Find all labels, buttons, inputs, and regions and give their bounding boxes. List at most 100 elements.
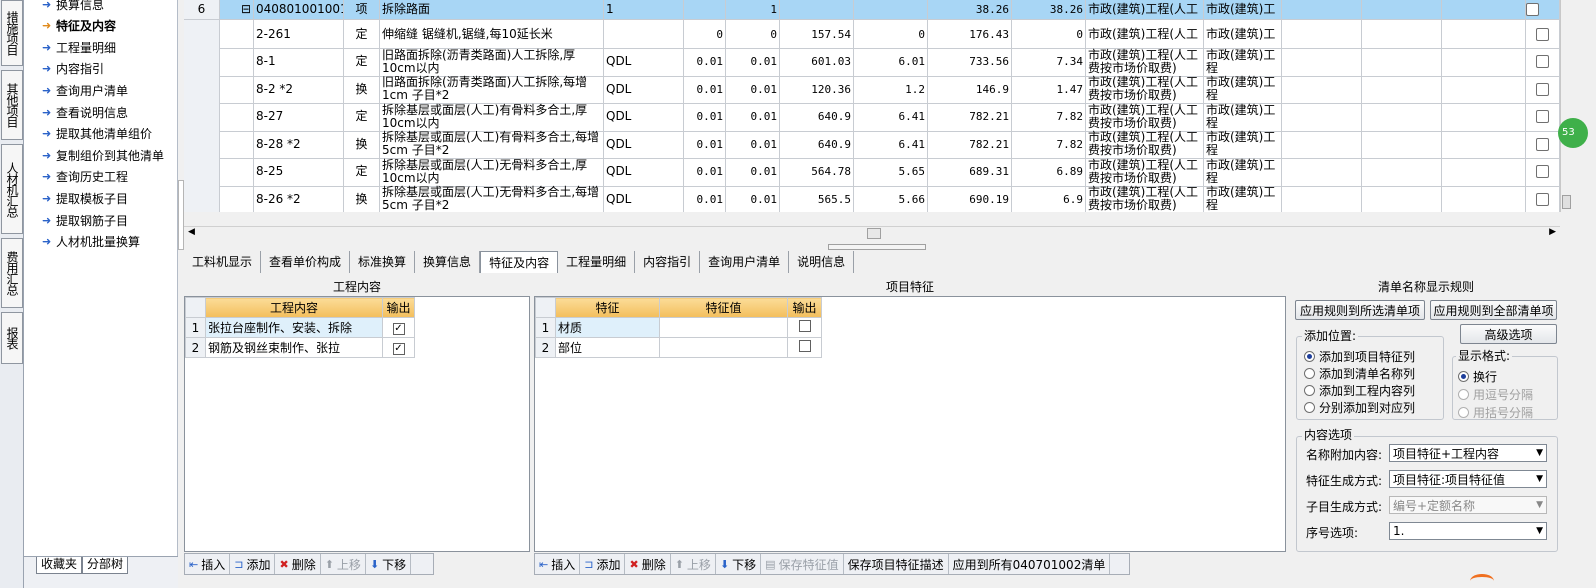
add-position-radio[interactable]: 添加到清单名称列 <box>1304 365 1415 382</box>
tab-favorites[interactable]: 收藏夹 <box>36 557 83 574</box>
sub-gen-select[interactable]: 编号+定额名称 ▼ <box>1389 496 1547 514</box>
nav-item[interactable]: ➜ 提取钢筋子目 <box>42 210 128 230</box>
cell-name[interactable]: 旧路面拆除(沥青类路面)人工拆除,厚10cm以内 <box>380 47 604 76</box>
add-position-radio[interactable]: 添加到项目特征列 <box>1304 348 1415 365</box>
output-checkbox[interactable]: ✓ <box>392 323 405 335</box>
cell-name[interactable]: 拆除基层或面层(人工)有骨料多合土,厚10cm以内 <box>380 102 604 131</box>
toolbar-button[interactable]: 应用到所有040701002清单 <box>949 554 1111 574</box>
nav-item[interactable]: ➜ 工程量明细 <box>42 37 116 57</box>
tab-detail[interactable]: 说明信息 <box>789 251 855 273</box>
table-row[interactable]: └─8-26 *2换拆除基层或面层(人工)无骨料多合土,每增5cm 子目*2QD… <box>184 185 1560 212</box>
toolbar-button[interactable]: 保存项目特征描述 <box>844 554 949 574</box>
content-cell[interactable]: 钢筋及钢丝束制作、张拉 <box>205 337 383 358</box>
side-tab-measures[interactable]: 措施项目 <box>1 0 23 66</box>
side-tab-other[interactable]: 其他项目 <box>1 70 23 140</box>
side-tab-report[interactable]: 报表 <box>1 312 23 364</box>
tab-detail[interactable]: 查询用户清单 <box>700 251 790 273</box>
output-checkbox[interactable] <box>798 320 811 332</box>
table-row[interactable]: 2 部位 <box>535 337 822 358</box>
tab-detail[interactable]: 标准换算 <box>350 251 416 273</box>
tab-detail[interactable]: 查看单价构成 <box>261 251 351 273</box>
add-position-radio[interactable]: 分别添加到对应列 <box>1304 399 1415 416</box>
tab-detail[interactable]: 内容指引 <box>635 251 701 273</box>
toolbar-button[interactable]: ⬆ 上移 <box>321 554 366 574</box>
apply-rule-selected-button[interactable]: 应用规则到所选清单项 <box>1295 300 1425 320</box>
table-row[interactable]: └─8-28 *2换拆除基层或面层(人工)有骨料多合土,每增5cm 子目*2QD… <box>184 130 1560 159</box>
output-checkbox[interactable] <box>798 340 811 352</box>
cell-name[interactable]: 拆除基层或面层(人工)有骨料多合土,每增5cm 子目*2 <box>380 130 604 158</box>
scroll-thumb[interactable] <box>867 228 881 239</box>
grid-vertical-scrollbar[interactable] <box>1560 0 1572 212</box>
cell-name[interactable]: 旧路面拆除(沥青类路面)人工拆除,每增1cm 子目*2 <box>380 75 604 103</box>
feature-gen-select[interactable]: 项目特征:项目特征值 ▼ <box>1389 470 1547 488</box>
apply-rule-all-button[interactable]: 应用规则到全部清单项 <box>1430 300 1557 320</box>
table-row[interactable]: └─8-2 *2换旧路面拆除(沥青类路面)人工拆除,每增1cm 子目*2QDL0… <box>184 75 1560 104</box>
table-row[interactable]: 6 ⊟ 040801001001 项拆除路面 1 1 38.26 38.26 市政(建筑)工程(… <box>184 0 1560 20</box>
cell-code[interactable]: 8-26 *2 <box>254 185 344 212</box>
row-checkbox[interactable] <box>1526 3 1539 16</box>
tab-detail[interactable]: 换算信息 <box>415 251 481 273</box>
tab-detail[interactable]: 工料机显示 <box>184 251 262 273</box>
nav-item[interactable]: ➜ 提取其他清单组价 <box>42 124 152 144</box>
table-row[interactable]: └─2-261定伸缩缝 锯缝机,锯缝,每10延长米00157.540176.43… <box>184 20 1560 49</box>
cell-code[interactable]: 040801001001 <box>254 0 344 19</box>
cell-name[interactable]: 拆除基层或面层(人工)无骨料多合土,每增5cm 子目*2 <box>380 185 604 212</box>
table-row[interactable]: 1 张拉台座制作、安装、拆除 ✓ <box>185 317 415 338</box>
cell-name[interactable]: 拆除路面 <box>380 0 604 19</box>
table-row[interactable]: └─8-25定拆除基层或面层(人工)无骨料多合土,厚10cm以内QDL0.010… <box>184 157 1560 187</box>
cell-code[interactable]: 8-27 <box>254 102 344 131</box>
row-checkbox[interactable] <box>1536 55 1549 68</box>
cell-code[interactable]: 8-1 <box>254 47 344 76</box>
table-row[interactable]: └─8-27定拆除基层或面层(人工)有骨料多合土,厚10cm以内QDL0.010… <box>184 102 1560 132</box>
table-row[interactable]: └─8-1定旧路面拆除(沥青类路面)人工拆除,厚10cm以内QDL0.010.0… <box>184 47 1560 77</box>
toolbar-button[interactable]: ▤ 保存特征值 <box>761 554 844 574</box>
table-row[interactable]: 1 材质 <box>535 317 822 338</box>
scroll-right-icon[interactable]: ▶ <box>1549 227 1556 237</box>
nav-item[interactable]: ➜ 提取模板子目 <box>42 188 128 208</box>
toolbar-button[interactable]: ⬆ 上移 <box>671 554 716 574</box>
row-checkbox[interactable] <box>1536 82 1549 96</box>
table-row[interactable]: 2 钢筋及钢丝束制作、张拉 ✓ <box>185 337 415 358</box>
nav-item[interactable]: ➜ 特征及内容 <box>42 16 116 36</box>
output-checkbox[interactable]: ✓ <box>392 343 405 355</box>
nav-item[interactable]: ➜ 换算信息 <box>42 0 104 14</box>
grid-horizontal-scrollbar[interactable]: ◀ ▶ <box>184 226 1560 240</box>
toolbar-button[interactable]: ⇤ 插入 <box>535 554 581 574</box>
toolbar-button[interactable]: ✖ 删除 <box>275 554 321 574</box>
feature-cell[interactable]: 部位 <box>555 337 660 358</box>
nav-item[interactable]: ➜ 查询用户清单 <box>42 80 128 100</box>
scroll-thumb[interactable] <box>1562 195 1571 209</box>
cell-name[interactable]: 伸缩缝 锯缝机,锯缝,每10延长米 <box>380 20 604 48</box>
collapse-icon[interactable]: ⊟ <box>241 3 251 16</box>
display-format-radio[interactable]: 用逗号分隔 <box>1458 386 1533 403</box>
toolbar-button[interactable]: ⊐ 添加 <box>580 554 626 574</box>
cell-code[interactable]: 8-28 *2 <box>254 130 344 158</box>
toolbar-button[interactable]: ⊐ 添加 <box>230 554 276 574</box>
row-checkbox[interactable] <box>1536 137 1549 151</box>
add-position-radio[interactable]: 添加到工程内容列 <box>1304 382 1415 399</box>
side-tab-cost-summary[interactable]: 费用汇总 <box>1 238 23 308</box>
toolbar-button[interactable]: ⇤ 插入 <box>185 554 231 574</box>
name-append-select[interactable]: 项目特征+工程内容 ▼ <box>1389 444 1547 462</box>
nav-item[interactable]: ➜ 查询历史工程 <box>42 167 128 187</box>
row-checkbox[interactable] <box>1536 192 1549 206</box>
advanced-options-button[interactable]: 高级选项 <box>1460 324 1557 344</box>
row-checkbox[interactable] <box>1536 27 1549 41</box>
tab-section-tree[interactable]: 分部树 <box>82 557 129 574</box>
nav-item[interactable]: ➜ 人材机批量换算 <box>42 232 140 252</box>
seq-select[interactable]: 1. ▼ <box>1389 522 1547 540</box>
display-format-radio[interactable]: 换行 <box>1458 368 1497 385</box>
row-checkbox[interactable] <box>1536 110 1549 123</box>
feature-cell[interactable]: 材质 <box>555 317 660 338</box>
cell-code[interactable]: 2-261 <box>254 20 344 48</box>
tab-detail[interactable]: 特征及内容 <box>480 251 559 273</box>
row-checkbox[interactable] <box>1536 165 1549 178</box>
feature-value-cell[interactable] <box>659 337 788 358</box>
cell-code[interactable]: 8-25 <box>254 157 344 186</box>
feature-value-cell[interactable] <box>659 317 788 338</box>
cell-code[interactable]: 8-2 *2 <box>254 75 344 103</box>
tab-detail[interactable]: 工程量明细 <box>558 251 636 273</box>
nav-item[interactable]: ➜ 查看说明信息 <box>42 102 128 122</box>
side-tab-labor-material[interactable]: 人材机汇总 <box>1 144 23 234</box>
toolbar-button[interactable]: ⬇ 下移 <box>366 554 412 574</box>
